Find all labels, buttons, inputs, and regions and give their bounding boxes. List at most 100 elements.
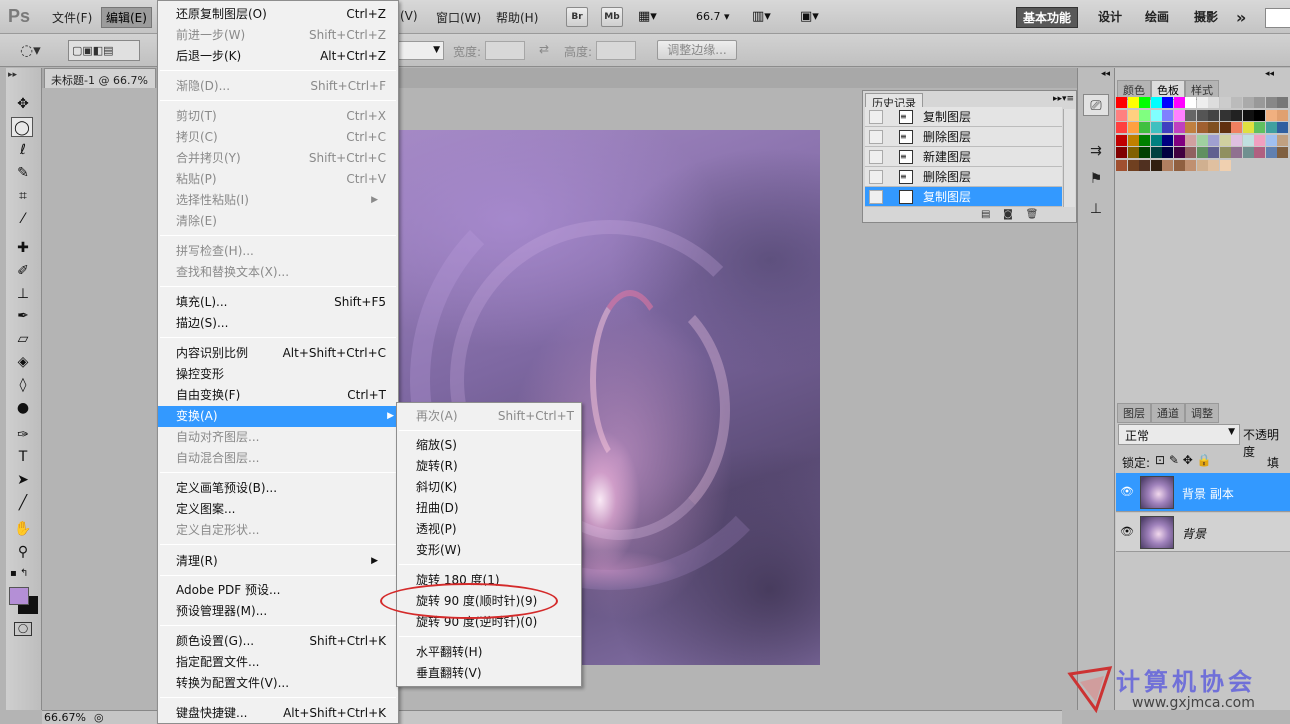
zoom-tool-icon[interactable]: ⚲ [12, 542, 34, 562]
color-swatch[interactable] [1219, 122, 1231, 133]
brush-tool-icon[interactable]: ✐ [12, 261, 34, 281]
color-swatch[interactable] [1277, 147, 1288, 158]
history-source-checkbox[interactable] [869, 130, 883, 144]
color-swatch[interactable] [1185, 122, 1196, 133]
color-swatch[interactable] [1127, 97, 1139, 108]
menu-item-transform[interactable]: 变换(A) ▶ [158, 406, 398, 427]
color-swatch[interactable] [1219, 109, 1231, 121]
color-swatch[interactable] [1219, 97, 1231, 108]
history-source-checkbox[interactable] [869, 170, 883, 184]
menu-window[interactable]: 窗口(W) [436, 9, 481, 26]
history-source-checkbox[interactable] [869, 150, 883, 164]
history-row-selected[interactable]: ≡ 复制图层 [865, 187, 1062, 207]
color-swatch[interactable] [1265, 134, 1277, 146]
eyedropper-tool-icon[interactable]: ⁄ [12, 209, 34, 229]
history-panel-icon[interactable]: ⎚ [1083, 94, 1109, 116]
menu-view[interactable]: (V) [400, 9, 418, 23]
color-swatch[interactable] [1265, 122, 1277, 133]
menu-item-define-shape[interactable]: 定义自定形状... [176, 520, 382, 541]
history-scrollbar[interactable] [1063, 109, 1075, 207]
color-swatch[interactable] [1116, 147, 1127, 158]
menu-item-color-settings[interactable]: 颜色设置(G)... Shift+Ctrl+K [176, 631, 386, 652]
tab-adjustments[interactable]: 调整 [1185, 403, 1219, 423]
history-row[interactable]: ≡ 复制图层 [865, 107, 1062, 127]
menu-item-puppet-warp[interactable]: 操控变形 [176, 364, 382, 385]
menu-item-fill[interactable]: 填充(L)... Shift+F5 [176, 292, 386, 313]
color-swatch[interactable] [1116, 122, 1127, 133]
panel-menu-icon[interactable]: ▾≡ [1062, 94, 1074, 104]
menu-item-auto-align[interactable]: 自动对齐图层... [176, 427, 382, 448]
color-swatch[interactable] [1127, 159, 1139, 171]
crop-tool-icon[interactable]: ⌗ [12, 186, 34, 206]
color-swatch[interactable] [1265, 97, 1277, 108]
color-swatch[interactable] [1150, 122, 1162, 133]
color-swatch[interactable] [1242, 97, 1254, 108]
menu-item-step-backward[interactable]: 后退一步(K) Alt+Ctrl+Z [176, 46, 386, 67]
color-swatch[interactable] [1173, 147, 1185, 158]
color-swatch[interactable] [1277, 97, 1288, 108]
healing-brush-tool-icon[interactable]: ✚ [12, 238, 34, 258]
color-swatch[interactable] [1196, 122, 1208, 133]
menu-item-copy[interactable]: 拷贝(C) Ctrl+C [176, 127, 386, 148]
color-swatch[interactable] [1127, 109, 1139, 121]
swap-colors-icon[interactable]: ▪ ↰ [10, 568, 28, 579]
lasso-tool-icon[interactable]: ℓ [12, 140, 34, 160]
color-swatch[interactable] [1185, 134, 1196, 146]
color-swatch[interactable] [1139, 97, 1150, 108]
color-swatch[interactable] [1254, 109, 1265, 121]
menu-item-define-brush[interactable]: 定义画笔预设(B)... [176, 478, 382, 499]
toolbox-collapse-icon[interactable]: ▸▸ [8, 70, 17, 80]
foreground-color-swatch[interactable] [9, 587, 29, 605]
clone-source-icon[interactable]: ⊥ [1083, 198, 1109, 220]
color-swatch[interactable] [1173, 97, 1185, 108]
color-swatch[interactable] [1150, 147, 1162, 158]
color-swatch[interactable] [1139, 109, 1150, 121]
color-swatch[interactable] [1173, 122, 1185, 133]
menu-item-scale[interactable]: 缩放(S) [416, 435, 570, 456]
menu-item-copy-merged[interactable]: 合并拷贝(Y) Shift+Ctrl+C [176, 148, 386, 169]
elliptical-marquee-preset-icon[interactable]: ◌▾ [20, 41, 41, 59]
color-swatch[interactable] [1277, 122, 1288, 133]
color-swatch[interactable] [1208, 97, 1219, 108]
workspace-essentials[interactable]: 基本功能 [1016, 7, 1079, 28]
color-swatch[interactable] [1162, 97, 1173, 108]
blur-tool-icon[interactable]: ◊ [12, 375, 34, 395]
menu-item-keyboard-shortcuts[interactable]: 键盘快捷键... Alt+Shift+Ctrl+K [176, 703, 386, 724]
swap-icon[interactable]: ⇄ [539, 42, 549, 56]
color-swatch[interactable] [1150, 97, 1162, 108]
color-swatch[interactable] [1162, 159, 1173, 171]
color-swatch[interactable] [1150, 109, 1162, 121]
status-info-icon[interactable]: ◎ [94, 711, 104, 724]
quick-mask-icon[interactable]: ◯ [14, 622, 32, 636]
menu-item-define-pattern[interactable]: 定义图案... [176, 499, 382, 520]
elliptical-marquee-tool-icon[interactable]: ◯ [11, 117, 33, 137]
color-swatch[interactable] [1254, 134, 1265, 146]
menu-item-distort[interactable]: 扭曲(D) [416, 498, 570, 519]
color-swatch[interactable] [1139, 147, 1150, 158]
eraser-tool-icon[interactable]: ▱ [12, 329, 34, 349]
menu-item-clear[interactable]: 清除(E) [176, 211, 382, 232]
color-swatch[interactable] [1265, 147, 1277, 158]
path-selection-tool-icon[interactable]: ➤ [12, 470, 34, 490]
menu-item-find-replace[interactable]: 查找和替换文本(X)... [176, 262, 382, 283]
color-swatch[interactable] [1173, 134, 1185, 146]
tab-layers[interactable]: 图层 [1117, 403, 1151, 423]
color-swatch[interactable] [1185, 109, 1196, 121]
width-field[interactable] [485, 41, 525, 60]
history-row[interactable]: ≡ 删除图层 [865, 167, 1062, 187]
color-swatch[interactable] [1185, 147, 1196, 158]
status-zoom[interactable]: 66.67% [44, 711, 86, 724]
menu-item-fade[interactable]: 渐隐(D)... Shift+Ctrl+F [176, 76, 386, 97]
menu-item-skew[interactable]: 斜切(K) [416, 477, 570, 498]
color-swatch[interactable] [1254, 97, 1265, 108]
color-swatch[interactable] [1231, 109, 1242, 121]
menu-item-undo[interactable]: 还原复制图层(O) Ctrl+Z [176, 4, 386, 25]
history-source-checkbox[interactable] [869, 110, 883, 124]
dock-expand-icon[interactable]: ◂◂ [1265, 69, 1274, 79]
menu-item-paste-special[interactable]: 选择性粘贴(I) ▶ [176, 190, 382, 211]
color-swatch[interactable] [1254, 122, 1265, 133]
bridge-button[interactable]: Br [566, 7, 588, 27]
menu-item-step-forward[interactable]: 前进一步(W) Shift+Ctrl+Z [176, 25, 386, 46]
zoom-level-select[interactable]: 66.7 ▾ [696, 10, 730, 23]
view-extras-icon[interactable]: ▦▾ [638, 9, 657, 24]
